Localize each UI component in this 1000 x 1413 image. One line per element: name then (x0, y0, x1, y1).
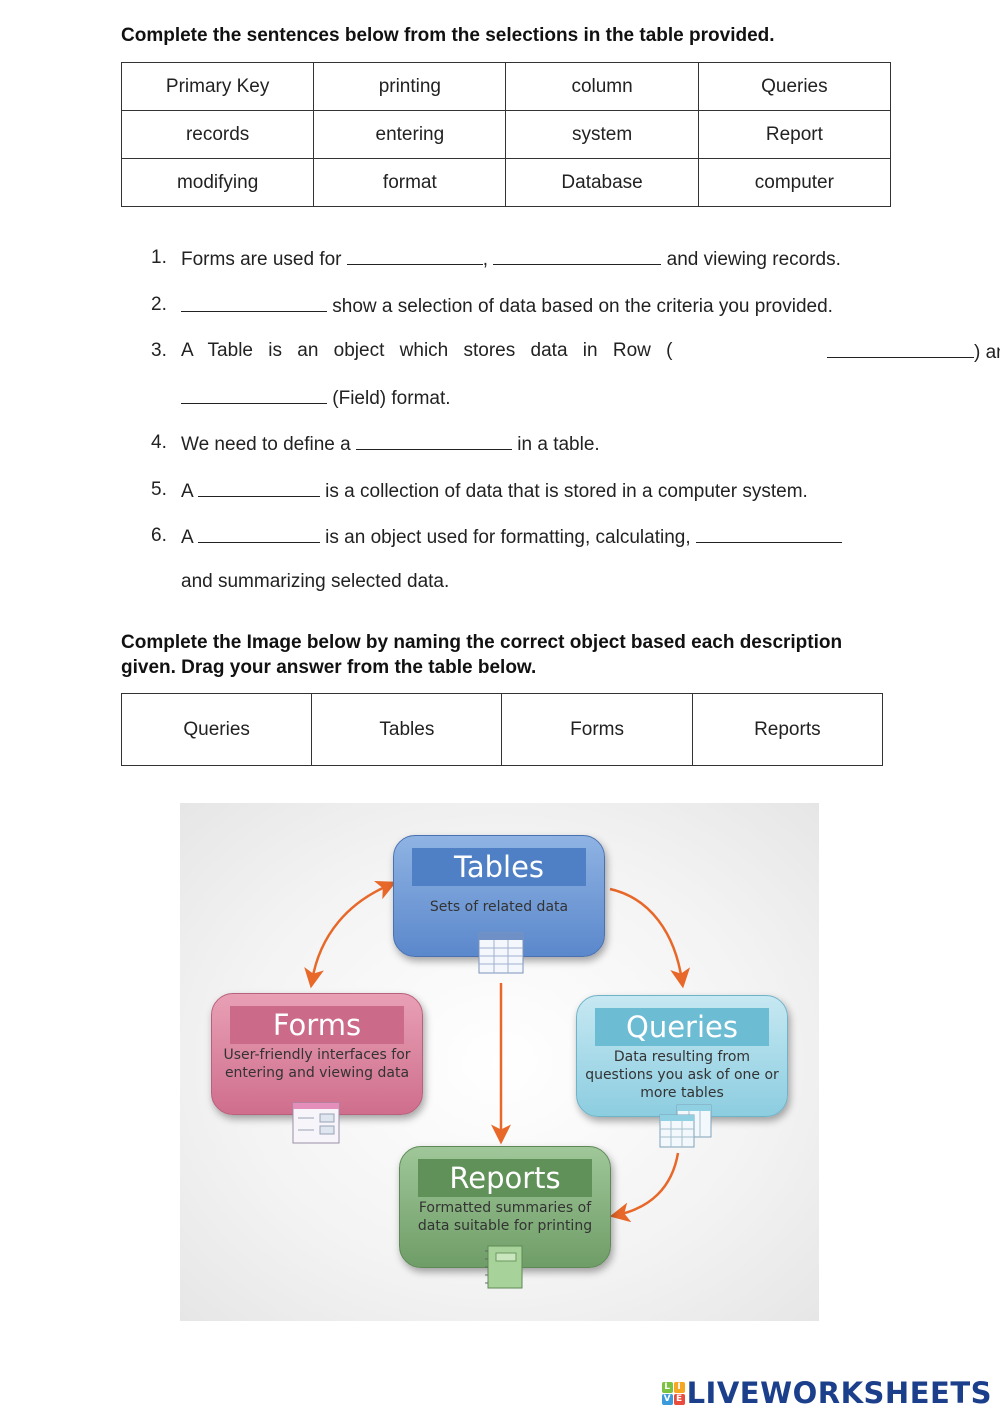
question-text: Forms are used for (181, 249, 347, 270)
word-bank-cell[interactable]: entering (313, 110, 507, 159)
word-bank-table: Primary Key printing column Queries reco… (120, 62, 892, 207)
draggable-answer-tables[interactable]: Tables (311, 693, 503, 766)
question-text: A Table is an object which stores data i… (181, 340, 673, 361)
liveworksheets-logo-icon: L I V E (661, 1381, 685, 1405)
word-bank-cell[interactable]: records (120, 110, 315, 159)
node-description: Formatted summaries of data suitable for… (417, 1200, 593, 1234)
question-6-line2: and summarizing selected data. (181, 570, 449, 594)
word-bank-cell[interactable]: computer (697, 158, 892, 207)
word-bank-cell[interactable]: format (313, 158, 507, 207)
question-text: A (181, 481, 198, 502)
node-description: User-friendly interfaces for entering an… (223, 1047, 411, 1081)
word-bank-cell[interactable]: system (505, 110, 699, 159)
node-title: Tables (412, 848, 586, 886)
word-bank-row: modifying format Database computer (120, 158, 892, 207)
diagram-node-forms[interactable]: Forms User-friendly interfaces for enter… (211, 993, 423, 1144)
access-objects-diagram: Tables Sets of related data Forms User-f… (180, 803, 819, 1321)
question-text: We need to define a (181, 434, 356, 455)
word-bank-row: records entering system Report (120, 110, 892, 159)
answer-blank-q3a[interactable] (827, 339, 974, 358)
arrow-tables-forms (304, 881, 397, 989)
word-bank-cell[interactable]: column (505, 62, 699, 111)
question-number: 6. (151, 525, 167, 546)
question-text: ) and (974, 342, 1000, 363)
word-bank-cell[interactable]: modifying (120, 158, 315, 207)
node-title: Queries (595, 1008, 769, 1046)
draggable-answer-queries[interactable]: Queries (120, 693, 313, 766)
section1-instruction: Complete the sentences below from the se… (121, 25, 775, 46)
question-text: is a collection of data that is stored i… (319, 481, 808, 502)
answer-blank-q6b[interactable] (695, 524, 842, 543)
question-text: , (482, 249, 494, 270)
table-grid-icon (478, 932, 524, 974)
answer-bank-row: Queries Tables Forms Reports (120, 693, 884, 766)
diagram-node-reports[interactable]: Reports Formatted summaries of data suit… (399, 1146, 611, 1289)
question-text: in a table. (512, 434, 600, 455)
node-description: Data resulting from questions you ask of… (585, 1049, 779, 1101)
brand-name: LIVEWORKSHEETS (686, 1376, 992, 1410)
question-text: show a selection of data based on the cr… (327, 296, 833, 317)
answer-blank-q2[interactable] (181, 293, 327, 312)
answer-blank-q3b[interactable] (181, 385, 327, 404)
section2-instruction: Complete the Image below by naming the c… (121, 632, 843, 678)
word-bank-cell[interactable]: Queries (697, 62, 892, 111)
word-bank-cell[interactable]: Primary Key (120, 62, 315, 111)
draggable-answer-reports[interactable]: Reports (691, 693, 884, 766)
answer-blank-q1a[interactable] (346, 246, 483, 265)
question-number: 5. (151, 479, 167, 500)
report-notebook-icon (485, 1245, 523, 1289)
word-bank-cell[interactable]: printing (313, 62, 507, 111)
diagram-node-tables[interactable]: Tables Sets of related data (393, 835, 605, 974)
question-number: 3. (151, 340, 167, 361)
question-number: 2. (151, 294, 167, 315)
question-3-line2: (Field) format. (181, 385, 451, 411)
answer-blank-q5[interactable] (197, 478, 320, 497)
form-icon (292, 1102, 340, 1144)
question-number: 1. (151, 247, 167, 268)
answer-blank-q1b[interactable] (493, 246, 662, 265)
answer-blank-q6a[interactable] (197, 524, 320, 543)
node-title: Forms (230, 1006, 404, 1044)
answer-blank-q4[interactable] (356, 431, 512, 450)
node-description: Sets of related data (429, 899, 569, 915)
word-bank-cell[interactable]: Report (697, 110, 892, 159)
liveworksheets-brand: L I V E LIVEWORKSHEETS (661, 1376, 992, 1410)
question-text: and summarizing selected data. (181, 571, 450, 592)
node-title: Reports (418, 1159, 592, 1197)
diagram-node-queries[interactable]: Queries Data resulting from questions yo… (576, 995, 788, 1148)
arrow-queries-reports (609, 1152, 680, 1223)
word-bank-row: Primary Key printing column Queries (120, 62, 892, 111)
answer-bank-table: Queries Tables Forms Reports (120, 693, 884, 766)
word-bank-cell[interactable]: Database (505, 158, 699, 207)
arrow-tables-queries (609, 887, 691, 989)
question-text: (Field) format. (327, 388, 451, 409)
question-text: and viewing records. (661, 249, 841, 270)
query-tables-icon (659, 1104, 712, 1148)
draggable-answer-forms[interactable]: Forms (501, 693, 693, 766)
question-text: is an object used for formatting, calcul… (319, 527, 696, 548)
question-number: 4. (151, 432, 167, 453)
question-text: A (181, 527, 198, 548)
